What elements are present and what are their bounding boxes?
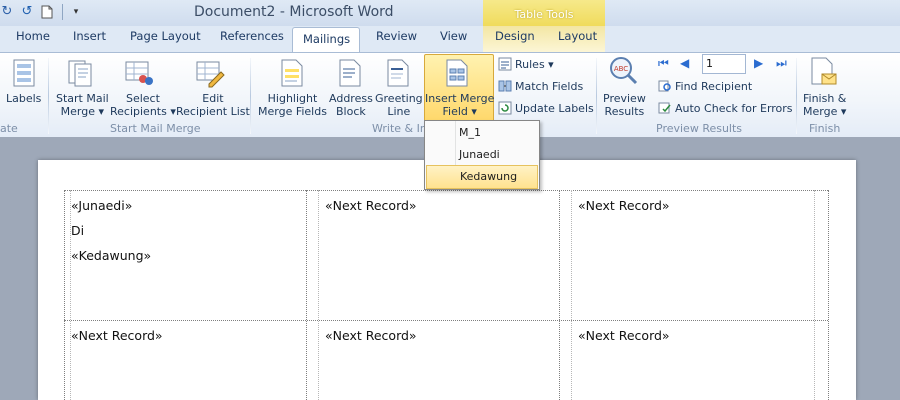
- address-block-icon: [336, 58, 364, 88]
- greeting-line-button[interactable]: Greeting Line: [375, 92, 423, 118]
- auto-check-icon: [658, 101, 672, 115]
- edit-recipient-list-icon: [195, 58, 225, 88]
- find-recipient-icon: [658, 79, 672, 93]
- customize-qat-icon[interactable]: ▾: [69, 5, 83, 19]
- tab-mailings-label: Mailings: [303, 32, 351, 46]
- qat-separator: [62, 4, 63, 20]
- update-labels-icon: [498, 101, 512, 115]
- insert-merge-field-label: Insert Merge Field ▾: [425, 92, 495, 118]
- match-fields-icon: [498, 79, 512, 93]
- refresh-icon[interactable]: ↺: [20, 5, 34, 19]
- merge-field-kedawung[interactable]: «Kedawung»: [71, 248, 151, 263]
- tab-home[interactable]: Home: [16, 29, 50, 43]
- document-page[interactable]: «Junaedi» Di «Kedawung» «Next Record» «N…: [38, 160, 856, 400]
- highlight-merge-fields-button[interactable]: Highlight Merge Fields: [258, 92, 327, 118]
- next-record-field[interactable]: «Next Record»: [325, 328, 417, 343]
- finish-merge-icon: [808, 56, 837, 86]
- first-record-button[interactable]: ⏮: [658, 56, 669, 71]
- table-border: [70, 190, 71, 400]
- edit-recipient-list-button[interactable]: Edit Recipient List: [176, 92, 250, 118]
- finish-merge-button[interactable]: Finish & Merge ▾: [803, 92, 846, 118]
- group-separator: [596, 58, 597, 134]
- merge-field-junaedi[interactable]: «Junaedi»: [71, 198, 132, 213]
- greeting-line-icon: [384, 58, 412, 88]
- address-block-button[interactable]: Address Block: [329, 92, 373, 118]
- group-separator: [796, 58, 797, 134]
- group-separator: [250, 58, 251, 134]
- select-recipients-icon: [124, 58, 153, 88]
- quick-access-toolbar: ↻ ↺ ▾: [0, 3, 83, 21]
- tab-page-layout[interactable]: Page Layout: [130, 29, 201, 43]
- table-border: [571, 190, 572, 400]
- table-border: [64, 320, 828, 321]
- dropdown-item-kedawung[interactable]: Kedawung: [426, 165, 538, 189]
- finish-group-label: Finish: [809, 122, 841, 135]
- table-border: [64, 190, 828, 191]
- preview-results-group-label: Preview Results: [656, 122, 743, 135]
- write-insert-group-label: Write & In: [372, 122, 427, 135]
- next-record-field[interactable]: «Next Record»: [578, 328, 670, 343]
- preview-results-icon: ABC: [608, 56, 638, 86]
- next-record-button[interactable]: ▶: [754, 56, 763, 70]
- auto-check-errors-button[interactable]: Auto Check for Errors: [658, 101, 793, 115]
- svg-text:ABC: ABC: [614, 65, 628, 73]
- tab-review[interactable]: Review: [376, 29, 417, 43]
- highlight-merge-fields-icon: [278, 58, 306, 88]
- tab-layout[interactable]: Layout: [558, 29, 597, 43]
- start-mail-merge-icon: [66, 58, 94, 88]
- insert-merge-field-icon: [443, 58, 471, 88]
- previous-record-button[interactable]: ◀: [680, 56, 689, 70]
- last-record-button[interactable]: ⏭: [776, 56, 787, 71]
- start-mail-merge-button[interactable]: Start Mail Merge ▾: [56, 92, 109, 118]
- create-group-label: ate: [0, 122, 18, 135]
- title-bar: [0, 0, 900, 26]
- preview-results-button[interactable]: Preview Results: [603, 92, 646, 118]
- start-mail-merge-group-label: Start Mail Merge: [110, 122, 201, 135]
- table-border: [814, 190, 815, 400]
- dropdown-item-m1[interactable]: M_1: [426, 122, 536, 144]
- labels-button[interactable]: Labels: [6, 92, 41, 105]
- rules-button[interactable]: Rules ▾: [498, 57, 554, 71]
- tab-design[interactable]: Design: [495, 29, 535, 43]
- cell-text-di[interactable]: Di: [71, 223, 84, 238]
- select-recipients-button[interactable]: Select Recipients ▾: [110, 92, 176, 118]
- tab-view[interactable]: View: [440, 29, 467, 43]
- table-border: [64, 190, 65, 400]
- match-fields-button[interactable]: Match Fields: [498, 79, 583, 93]
- redo-icon[interactable]: ↻: [0, 5, 14, 19]
- insert-merge-field-dropdown: M_1 Junaedi Kedawung: [424, 120, 540, 190]
- find-recipient-button[interactable]: Find Recipient: [658, 79, 752, 93]
- group-separator: [48, 58, 49, 134]
- tab-references[interactable]: References: [220, 29, 284, 43]
- update-labels-button[interactable]: Update Labels: [498, 101, 594, 115]
- next-record-field[interactable]: «Next Record»: [325, 198, 417, 213]
- dropdown-item-junaedi[interactable]: Junaedi: [426, 144, 536, 166]
- next-record-field[interactable]: «Next Record»: [578, 198, 670, 213]
- tab-insert[interactable]: Insert: [73, 29, 106, 43]
- new-document-icon[interactable]: [40, 5, 54, 19]
- window-title: Document2 - Microsoft Word: [194, 4, 394, 20]
- record-number-input[interactable]: 1: [702, 54, 746, 74]
- tab-mailings[interactable]: Mailings: [292, 27, 360, 53]
- table-border: [559, 190, 560, 400]
- table-border: [306, 190, 307, 400]
- next-record-field[interactable]: «Next Record»: [71, 328, 163, 343]
- table-border: [828, 190, 829, 400]
- rules-icon: [498, 57, 512, 71]
- labels-icon: [10, 58, 38, 88]
- table-border: [318, 190, 319, 400]
